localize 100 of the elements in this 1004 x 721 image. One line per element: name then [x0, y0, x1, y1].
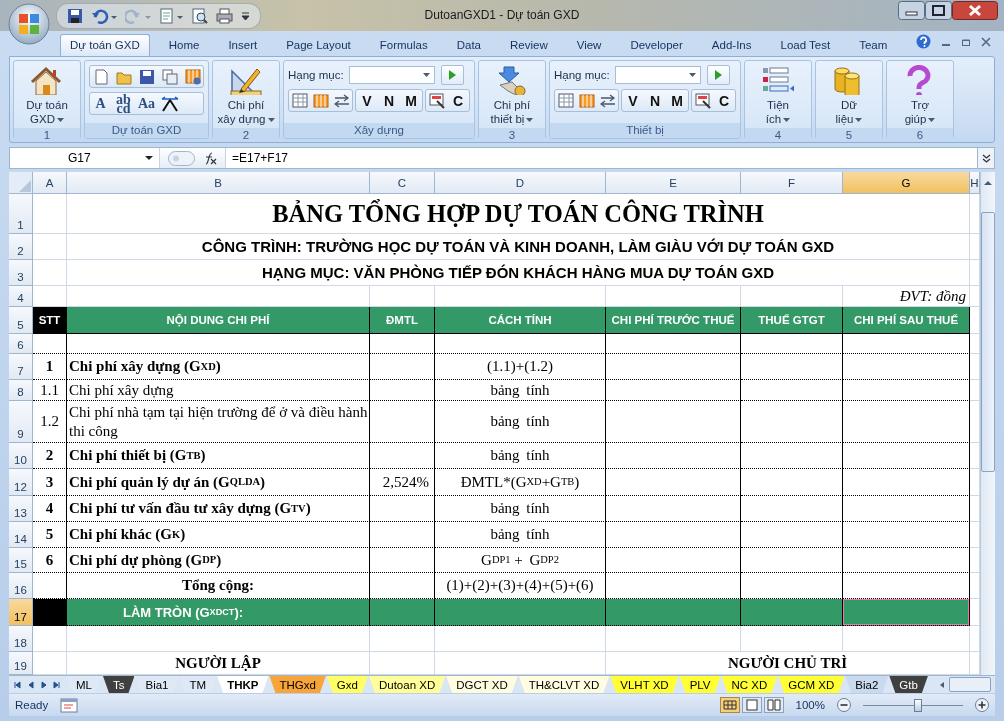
- column-header[interactable]: D: [435, 172, 606, 194]
- vertical-scrollbar[interactable]: [980, 172, 995, 675]
- previous-sheet-icon[interactable]: [27, 680, 34, 689]
- sheet-tab[interactable]: Dutoan XD: [368, 676, 446, 693]
- ribbon-tab[interactable]: Review: [500, 34, 558, 56]
- letter-button[interactable]: M: [400, 90, 422, 111]
- last-sheet-icon[interactable]: [53, 680, 60, 689]
- ribbon-tab[interactable]: Formulas: [369, 34, 438, 56]
- column-header[interactable]: B: [67, 172, 370, 194]
- ribbon-tab[interactable]: Team: [849, 34, 898, 56]
- wand-icon[interactable]: [694, 92, 711, 109]
- zoom-out-icon[interactable]: [837, 698, 851, 712]
- swap-icon[interactable]: [599, 92, 616, 109]
- columns-icon[interactable]: [578, 92, 595, 109]
- row-header[interactable]: 6: [9, 334, 33, 354]
- minimize-button[interactable]: [898, 1, 925, 20]
- row-header[interactable]: 7: [9, 354, 33, 380]
- letter-button[interactable]: M: [666, 90, 688, 111]
- row-header[interactable]: 14: [9, 522, 33, 548]
- row-header[interactable]: 3: [9, 260, 33, 286]
- settings-icon[interactable]: [184, 68, 201, 85]
- letter-button[interactable]: V: [622, 90, 644, 111]
- sheet-tab[interactable]: PLV: [679, 676, 721, 693]
- scroll-thumb[interactable]: [981, 212, 995, 472]
- row-header[interactable]: 10: [9, 443, 33, 469]
- printer-icon[interactable]: [216, 7, 233, 24]
- sheet-tab[interactable]: Bia1: [135, 676, 179, 693]
- sheet-tab[interactable]: TM: [179, 676, 217, 693]
- scroll-left-icon[interactable]: [938, 680, 945, 689]
- document-icon[interactable]: [159, 7, 183, 24]
- run-button[interactable]: [440, 65, 464, 85]
- ribbon-tab[interactable]: Data: [446, 34, 491, 56]
- row-header[interactable]: 16: [9, 573, 33, 599]
- row-header[interactable]: 17: [9, 599, 33, 626]
- office-button[interactable]: [8, 3, 50, 45]
- ribbon-tab[interactable]: Page Layout: [276, 34, 361, 56]
- expand-icon[interactable]: [981, 153, 991, 163]
- ribbon-button[interactable]: Trợ giúp: [891, 63, 949, 126]
- column-header[interactable]: F: [741, 172, 843, 194]
- row-header[interactable]: 9: [9, 401, 33, 443]
- ribbon-button[interactable]: Chi phí xây dựng: [217, 63, 275, 126]
- formula-field[interactable]: =E17+F17: [226, 151, 977, 165]
- normal-view-icon[interactable]: [719, 697, 740, 713]
- ribbon-tab[interactable]: Dự toán GXD: [60, 34, 150, 56]
- row-header[interactable]: 2: [9, 234, 33, 260]
- next-sheet-icon[interactable]: [40, 680, 47, 689]
- row-header[interactable]: 8: [9, 380, 33, 401]
- sheet-tab[interactable]: GCM XD: [778, 676, 845, 693]
- ribbon-tab[interactable]: Insert: [218, 34, 268, 56]
- letter-button[interactable]: N: [644, 90, 666, 111]
- row-header[interactable]: 4: [9, 286, 33, 307]
- letter-button[interactable]: V: [356, 90, 378, 111]
- row-header[interactable]: 5: [9, 307, 33, 334]
- help-icon[interactable]: [916, 34, 931, 49]
- page-break-icon[interactable]: [763, 697, 784, 713]
- zoom-level[interactable]: 100%: [795, 699, 825, 711]
- page-layout-icon[interactable]: [741, 697, 762, 713]
- save-icon[interactable]: [67, 7, 83, 24]
- swap-icon[interactable]: [333, 92, 350, 109]
- sheet-tab[interactable]: VLHT XD: [610, 676, 679, 693]
- row-header[interactable]: 13: [9, 496, 33, 522]
- slider-thumb[interactable]: [914, 698, 922, 712]
- new-file-icon[interactable]: [92, 68, 109, 85]
- column-header[interactable]: E: [606, 172, 741, 194]
- text-direction-icon[interactable]: [161, 95, 180, 112]
- sheet-tab[interactable]: Ts: [103, 676, 135, 693]
- sheet-tab[interactable]: Gtb: [889, 676, 928, 693]
- ribbon-button[interactable]: Dữ liệu: [820, 63, 878, 126]
- active-cell[interactable]: [843, 599, 970, 626]
- run-button[interactable]: [706, 65, 730, 85]
- font-button[interactable]: Aa: [136, 93, 158, 114]
- horizontal-scrollbar[interactable]: [949, 677, 991, 692]
- sheet-tab[interactable]: DGCT XD: [446, 676, 518, 693]
- ribbon-tab[interactable]: Add-Ins: [701, 34, 762, 56]
- ribbon-tab[interactable]: Load Test: [770, 34, 841, 56]
- column-header[interactable]: G: [843, 172, 970, 194]
- row-header[interactable]: 15: [9, 548, 33, 573]
- sheet-tab[interactable]: TH&CLVT XD: [518, 676, 610, 693]
- table-icon[interactable]: [557, 92, 574, 109]
- ribbon-tab[interactable]: Developer: [620, 34, 693, 56]
- sheet-tab[interactable]: Bia2: [845, 676, 889, 693]
- sheet-tab[interactable]: THGxd: [269, 676, 326, 693]
- sheet-tab[interactable]: ML: [66, 676, 102, 693]
- sheet-tab[interactable]: THKP: [217, 676, 269, 693]
- sheet-tab[interactable]: Gxd: [326, 676, 368, 693]
- customize-icon[interactable]: [241, 10, 250, 21]
- row-header[interactable]: 19: [9, 652, 33, 675]
- column-header[interactable]: C: [370, 172, 435, 194]
- ribbon-button[interactable]: Dự toán GXD: [18, 63, 76, 126]
- formula-toggle[interactable]: [168, 150, 195, 166]
- scroll-up-icon[interactable]: [983, 180, 993, 186]
- close-icon[interactable]: [981, 36, 991, 47]
- first-sheet-icon[interactable]: [14, 680, 21, 689]
- row-header[interactable]: 18: [9, 626, 33, 652]
- function-icon[interactable]: [203, 150, 217, 166]
- wand-icon[interactable]: [428, 92, 445, 109]
- row-header[interactable]: 1: [9, 194, 33, 234]
- ribbon-tab[interactable]: Home: [158, 34, 210, 56]
- table-icon[interactable]: [291, 92, 308, 109]
- ribbon-button[interactable]: Tiện ích: [749, 63, 807, 126]
